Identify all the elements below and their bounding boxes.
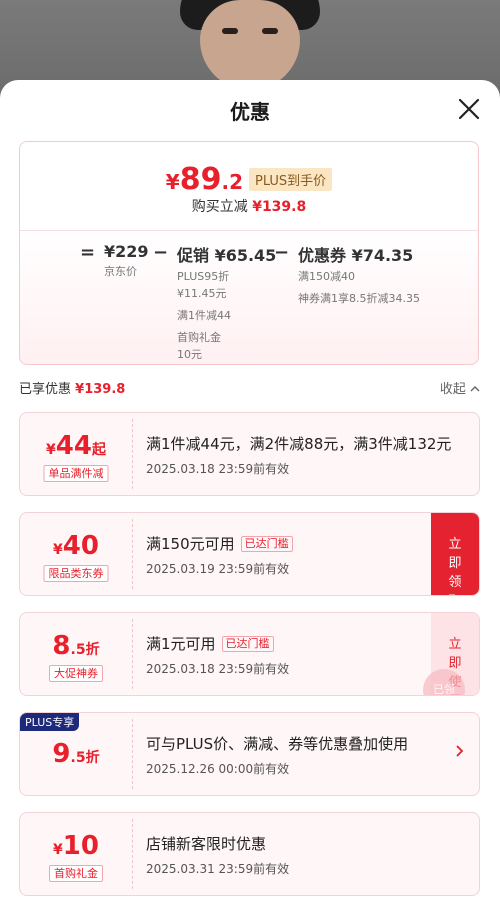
coupon-description: 满1件减44元，满2件减88元，满3件减132元 xyxy=(146,435,452,453)
coupon-type-tag: 大促神券 xyxy=(49,665,103,682)
enjoyed-discount-label: 已享优惠 ¥139.8 xyxy=(19,382,126,397)
coupon-expiry: 2025.03.19 23:59前有效 xyxy=(146,562,290,576)
claim-now-button[interactable]: 立即领取 xyxy=(431,513,479,595)
saved-amount-row: 购买立减 ¥139.8 xyxy=(191,199,307,215)
coupon-amount: 9.5折 xyxy=(52,739,100,769)
plus-price-tag: PLUS到手价 xyxy=(248,168,333,191)
coupon-expiry: 2025.03.31 23:59前有效 xyxy=(146,862,290,876)
coupon-description: 满150元可用 已达门槛 xyxy=(146,533,293,554)
coupon-description: 满1元可用 已达门槛 xyxy=(146,633,274,654)
coupon-card[interactable]: ¥40 限品类东券 满150元可用 已达门槛 2025.03.19 23:59前有… xyxy=(19,512,480,596)
coupon-type-tag: 限品类东券 xyxy=(43,565,109,582)
coupon-amount: ¥40 xyxy=(53,531,99,561)
price-summary-card: ¥89.2 PLUS到手价 购买立减 ¥139.8 = ¥229 京东价 − 促销… xyxy=(19,141,479,365)
chevron-right-icon[interactable] xyxy=(455,743,465,759)
minus-sign: − xyxy=(153,242,169,263)
coupon-card[interactable]: PLUS专享 9.5折 可与PLUS价、满减、券等优惠叠加使用 2025.12.… xyxy=(19,712,480,796)
equals-sign: = xyxy=(80,242,96,263)
final-price: ¥89.2 xyxy=(165,162,243,197)
coupon-amount: ¥10 xyxy=(53,831,99,861)
coupon-description: 店铺新客限时优惠 xyxy=(146,835,267,853)
coupon-expiry: 2025.12.26 00:00前有效 xyxy=(146,762,290,776)
jd-price: ¥229 京东价 xyxy=(104,242,149,278)
discount-sheet: 优惠 ¥89.2 PLUS到手价 购买立减 ¥139.8 = ¥229 京东价 −… xyxy=(0,80,500,919)
coupon-card[interactable]: 8.5折 大促神券 满1元可用 已达门槛 2025.03.18 23:59前有效 … xyxy=(19,612,480,696)
coupon-expiry: 2025.03.18 23:59前有效 xyxy=(146,662,290,676)
coupon-card[interactable]: ¥10 首购礼金 店铺新客限时优惠 2025.03.31 23:59前有效 xyxy=(19,812,480,896)
chevron-up-icon xyxy=(470,386,480,392)
price-breakdown: = ¥229 京东价 − 促销 ¥65.45 PLUS95折 ¥11.45元 满… xyxy=(20,242,478,362)
coupon-type-tag: 首购礼金 xyxy=(49,865,103,882)
divider xyxy=(20,230,478,231)
sheet-title: 优惠 xyxy=(230,100,270,124)
sheet-header: 优惠 xyxy=(0,80,500,138)
close-icon[interactable] xyxy=(456,96,482,122)
coupon-card[interactable]: ¥44起 单品满件减 满1件减44元，满2件减88元，满3件减132元 2025… xyxy=(19,412,480,496)
coupon-amount: 8.5折 xyxy=(52,631,100,661)
threshold-reached-badge: 已达门槛 xyxy=(221,636,274,652)
collapse-button[interactable]: 收起 xyxy=(440,378,480,397)
threshold-reached-badge: 已达门槛 xyxy=(240,536,293,552)
coupon-expiry: 2025.03.18 23:59前有效 xyxy=(146,462,290,476)
coupon-breakdown: 优惠券 ¥74.35 满150减40 神券满1享8.5折减34.35 xyxy=(298,246,420,305)
coupon-amount: ¥44起 xyxy=(46,431,106,461)
promo-breakdown: 促销 ¥65.45 PLUS95折 ¥11.45元 满1件减44 首购礼金 10… xyxy=(177,246,277,361)
coupon-description: 可与PLUS价、满减、券等优惠叠加使用 xyxy=(146,735,409,753)
coupon-type-tag: 单品满件减 xyxy=(43,465,109,482)
minus-sign: − xyxy=(274,242,290,263)
